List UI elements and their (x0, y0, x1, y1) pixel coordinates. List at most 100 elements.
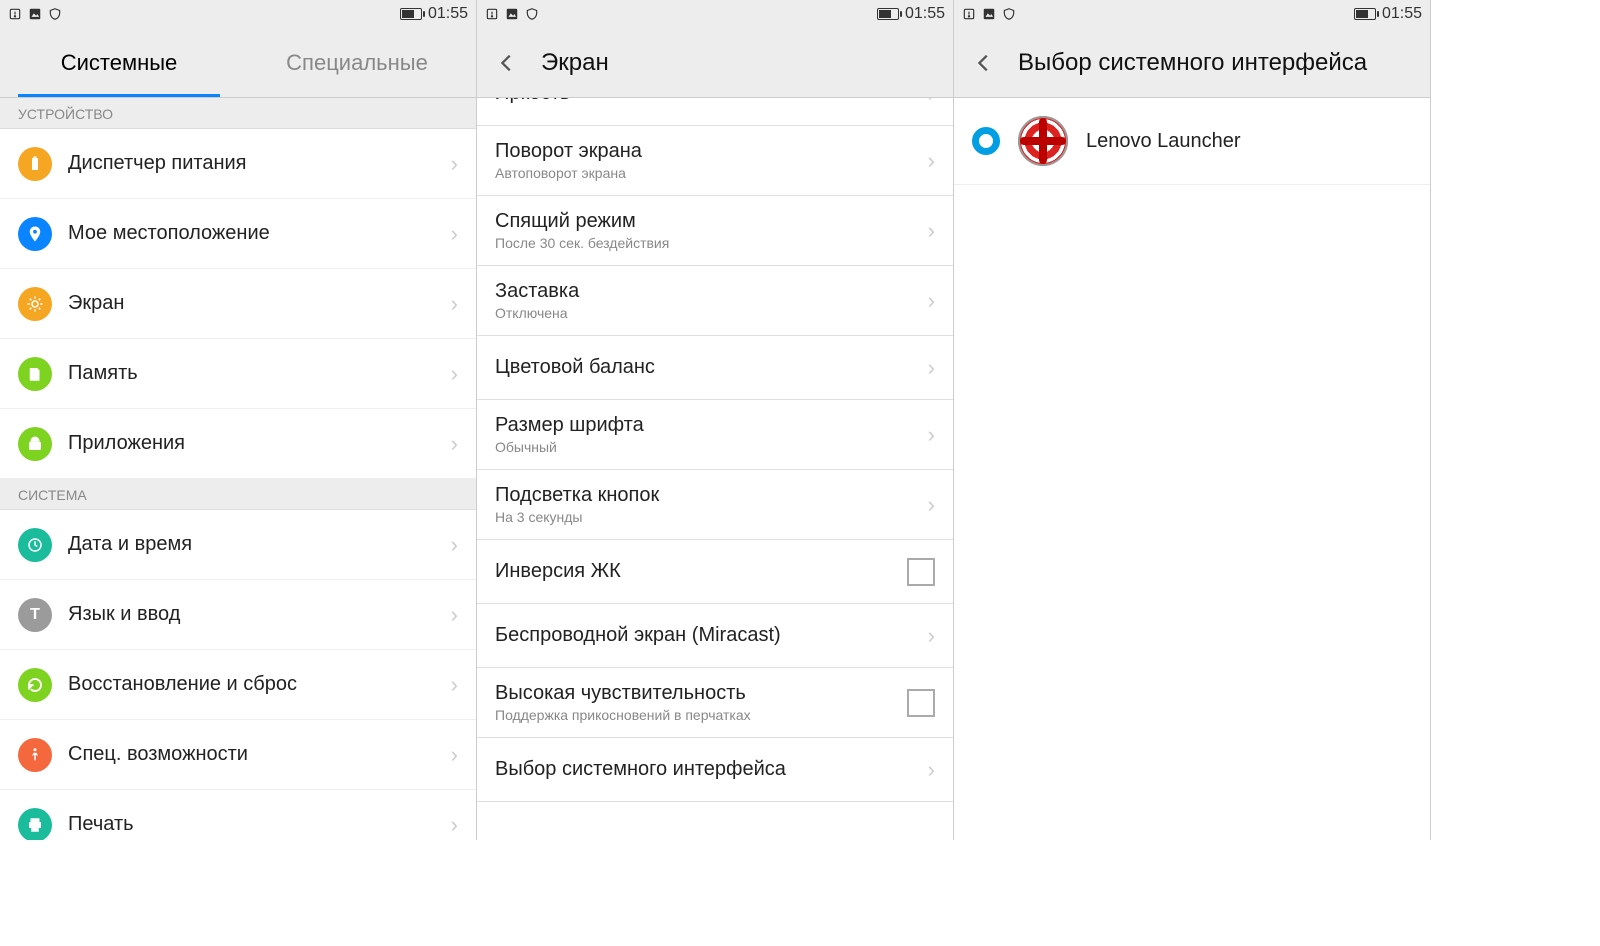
row-rotation[interactable]: Поворот экрана Автоповорот экрана › (477, 126, 953, 196)
chevron-right-icon: › (451, 361, 458, 387)
chevron-right-icon: › (928, 218, 935, 244)
row-date-time[interactable]: Дата и время › (0, 510, 476, 580)
display-icon (18, 287, 52, 321)
gallery-icon (28, 7, 42, 21)
print-icon (18, 808, 52, 841)
section-device: УСТРОЙСТВО (0, 98, 476, 129)
page-title: Выбор системного интерфейса (1018, 49, 1367, 77)
chevron-right-icon: › (928, 148, 935, 174)
tab-label: Специальные (286, 50, 428, 76)
settings-panel: 01:55 Системные Специальные УСТРОЙСТВО Д… (0, 0, 477, 840)
back-button[interactable] (968, 47, 1000, 79)
tab-system[interactable]: Системные (0, 28, 238, 97)
row-reset[interactable]: Восстановление и сброс › (0, 650, 476, 720)
row-title: Высокая чувствительность (495, 682, 907, 705)
row-color-balance[interactable]: Цветовой баланс › (477, 336, 953, 400)
row-label: Мое местоположение (68, 222, 451, 245)
row-title: Цветовой баланс (495, 356, 928, 379)
row-miracast[interactable]: Беспроводной экран (Miracast) › (477, 604, 953, 668)
row-label: Язык и ввод (68, 603, 451, 626)
notification-icon (485, 7, 499, 21)
back-button[interactable] (491, 47, 523, 79)
chevron-right-icon: › (928, 98, 935, 107)
row-subtitle: Автоповорот экрана (495, 165, 928, 181)
row-title: Заставка (495, 280, 928, 303)
row-title: Выбор системного интерфейса (495, 758, 928, 781)
checkbox[interactable] (907, 558, 935, 586)
row-label: Печать (68, 813, 451, 836)
row-title: Размер шрифта (495, 414, 928, 437)
chevron-right-icon: › (451, 742, 458, 768)
row-lcd-inversion[interactable]: Инверсия ЖК (477, 540, 953, 604)
panel-header: Экран (477, 28, 953, 98)
row-display[interactable]: Экран › (0, 269, 476, 339)
row-subtitle: На 3 секунды (495, 509, 928, 525)
row-label: Приложения (68, 432, 451, 455)
accessibility-icon (18, 738, 52, 772)
chevron-right-icon: › (928, 757, 935, 783)
row-screensaver[interactable]: Заставка Отключена › (477, 266, 953, 336)
launcher-list: Lenovo Launcher (954, 98, 1430, 840)
radio-selected[interactable] (972, 127, 1000, 155)
checkbox[interactable] (907, 689, 935, 717)
chevron-right-icon: › (451, 812, 458, 838)
clock-text: 01:55 (1382, 5, 1422, 23)
chevron-right-icon: › (928, 355, 935, 381)
launcher-label: Lenovo Launcher (1086, 130, 1241, 153)
page-title: Экран (541, 49, 609, 77)
settings-list[interactable]: УСТРОЙСТВО Диспетчер питания › Мое место… (0, 98, 476, 840)
row-launcher-select[interactable]: Выбор системного интерфейса › (477, 738, 953, 802)
reset-icon (18, 668, 52, 702)
row-title: Беспроводной экран (Miracast) (495, 624, 928, 647)
status-bar: 01:55 (954, 0, 1430, 28)
apps-icon (18, 427, 52, 461)
row-title: Инверсия ЖК (495, 560, 907, 583)
row-subtitle: Обычный (495, 439, 928, 455)
clock-text: 01:55 (428, 5, 468, 23)
gallery-icon (505, 7, 519, 21)
tab-special[interactable]: Специальные (238, 28, 476, 97)
row-sleep[interactable]: Спящий режим После 30 сек. бездействия › (477, 196, 953, 266)
row-title: Яркость (495, 98, 928, 105)
row-language[interactable]: T Язык и ввод › (0, 580, 476, 650)
chevron-right-icon: › (928, 623, 935, 649)
row-power-manager[interactable]: Диспетчер питания › (0, 129, 476, 199)
row-subtitle: Отключена (495, 305, 928, 321)
shield-icon (1002, 7, 1016, 21)
row-title: Поворот экрана (495, 140, 928, 163)
status-bar: 01:55 (0, 0, 476, 28)
row-label: Восстановление и сброс (68, 673, 451, 696)
row-location[interactable]: Мое местоположение › (0, 199, 476, 269)
chevron-right-icon: › (928, 422, 935, 448)
row-subtitle: Поддержка прикосновений в перчатках (495, 707, 907, 723)
row-button-backlight[interactable]: Подсветка кнопок На 3 секунды › (477, 470, 953, 540)
chevron-right-icon: › (451, 431, 458, 457)
status-bar: 01:55 (477, 0, 953, 28)
clock-text: 01:55 (905, 5, 945, 23)
gallery-icon (982, 7, 996, 21)
battery-icon (1354, 8, 1376, 20)
launcher-option[interactable]: Lenovo Launcher (954, 98, 1430, 185)
row-title: Спящий режим (495, 210, 928, 233)
row-accessibility[interactable]: Спец. возможности › (0, 720, 476, 790)
row-brightness[interactable]: Яркость › (477, 98, 953, 126)
chevron-right-icon: › (451, 672, 458, 698)
display-list[interactable]: Яркость › Поворот экрана Автоповорот экр… (477, 98, 953, 840)
display-panel: 01:55 Экран Яркость › Поворот экрана Авт… (477, 0, 954, 840)
row-high-sensitivity[interactable]: Высокая чувствительность Поддержка прико… (477, 668, 953, 738)
row-print[interactable]: Печать › (0, 790, 476, 840)
row-font-size[interactable]: Размер шрифта Обычный › (477, 400, 953, 470)
row-apps[interactable]: Приложения › (0, 409, 476, 479)
location-icon (18, 217, 52, 251)
notification-icon (8, 7, 22, 21)
chevron-right-icon: › (451, 602, 458, 628)
row-label: Спец. возможности (68, 743, 451, 766)
row-storage[interactable]: Память › (0, 339, 476, 409)
lenovo-launcher-icon (1018, 116, 1068, 166)
storage-icon (18, 357, 52, 391)
language-icon: T (18, 598, 52, 632)
shield-icon (48, 7, 62, 21)
row-title: Подсветка кнопок (495, 484, 928, 507)
battery-icon (877, 8, 899, 20)
tab-label: Системные (61, 50, 178, 76)
